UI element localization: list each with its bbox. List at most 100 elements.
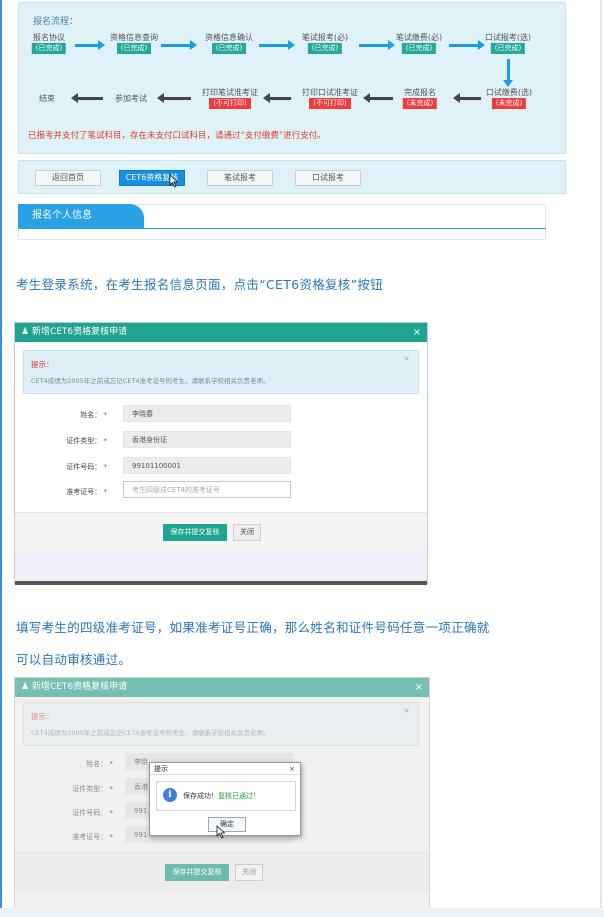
step-label: 资格信息确认 [205, 33, 253, 42]
step-label: 资格信息查询 [110, 33, 158, 42]
popup-close-icon[interactable]: × [289, 763, 295, 775]
mouse-cursor-icon [169, 174, 179, 188]
popup-body: i 保存成功！复核已通过！ [156, 781, 296, 811]
success-popup: 提示 × i 保存成功！复核已通过！ 确定 [149, 762, 301, 839]
label-text: 证件类型： [72, 785, 108, 793]
dialog-title: 新增CET6资格复核申请 [31, 682, 128, 692]
dialog-shadow [15, 581, 427, 585]
ticket-number-input[interactable]: 考生四级成CET4的准考证号 [123, 481, 291, 498]
required-mark: * [103, 463, 108, 471]
step-label: 报名协议 [33, 33, 65, 42]
close-button[interactable]: 关闭 [235, 864, 263, 881]
arrow-right-icon [359, 40, 395, 50]
caption-step1: 考生登录系统，在考生报名信息页面，点击“CET6资格复核”按钮 [16, 277, 383, 292]
label-text: 准考证号： [66, 488, 102, 496]
cet6-review-dialog: ♟ 新增CET6资格复核申请 × 提示： CET4成绩为2005年之前或忘记CE… [14, 322, 428, 585]
status-badge: (已完成) [116, 43, 152, 54]
message-success: 复核已通过！ [218, 792, 260, 800]
step-label: 口试缴费(选) [485, 88, 533, 97]
arrow-right-icon [161, 40, 197, 50]
step-label: 口试报考(选) [484, 33, 532, 42]
back-home-button[interactable]: 返回首页 [35, 170, 101, 186]
label-text: 证件类型： [66, 437, 102, 445]
status-badge: (已完成) [211, 43, 247, 54]
status-badge: (不可打印) [309, 98, 351, 109]
save-submit-button[interactable]: 保存并提交复核 [165, 864, 229, 881]
arrow-left-icon [363, 93, 393, 103]
section-tab: 报名个人信息 [18, 204, 144, 228]
popup-message: 保存成功！复核已通过！ [183, 791, 260, 801]
step-label: 笔试报考(必) [301, 33, 349, 42]
mouse-cursor-icon [216, 825, 226, 839]
step-oral-payment: 口试缴费(选) (未完成) [486, 87, 532, 109]
close-icon[interactable]: × [413, 323, 421, 342]
step-label: 参加考试 [115, 94, 147, 103]
required-mark: * [109, 809, 114, 817]
cet6-review-dialog-result: ♟ 新增CET6资格复核申请 × 提示： CET4成绩为2005年之前或忘记CE… [14, 677, 430, 909]
required-mark: * [109, 760, 114, 768]
label-text: 证件号码： [66, 463, 102, 471]
required-mark: * [103, 411, 108, 419]
name-field: 李晓春 [123, 405, 291, 422]
close-button[interactable]: 关闭 [233, 524, 261, 541]
required-mark: * [103, 488, 108, 496]
user-icon: ♟ [21, 682, 30, 692]
ticket-label: 准考证号： * [17, 487, 107, 497]
status-badge: (已完成) [307, 43, 343, 54]
name-label: 姓名： * [17, 410, 107, 420]
status-badge: (已完成) [31, 43, 67, 54]
caption-step2-line2: 可以自动审核通过。 [16, 652, 132, 667]
action-toolbar: 返回首页 CET6资格复核 笔试报考 口试报考 [18, 160, 566, 194]
label-text: 证件号码： [72, 809, 108, 817]
written-register-button[interactable]: 笔试报考 [207, 170, 273, 186]
idno-field: 99101100001 [123, 457, 291, 474]
required-mark: * [103, 437, 108, 445]
arrow-right-icon [449, 40, 485, 50]
tip-title: 提示： [31, 712, 54, 721]
dialog-header: ♟ 新增CET6资格复核申请 × [15, 678, 429, 697]
message-prefix: 保存成功！ [183, 792, 218, 800]
step-agreement: 报名协议 (已完成) [31, 32, 67, 54]
step-label: 结束 [39, 94, 55, 103]
tip-text: CET4成绩为2005年之前或忘记CET4准考证号的考生，请联系学校相关负责老师… [31, 729, 270, 737]
tip-close-icon[interactable]: × [403, 354, 410, 363]
step-finish: 结束 [39, 93, 55, 104]
tip-close-icon[interactable]: × [403, 706, 410, 715]
step-info-confirm: 资格信息确认 (已完成) [205, 32, 253, 54]
oral-register-button[interactable]: 口试报考 [295, 170, 361, 186]
dialog-header: ♟ 新增CET6资格复核申请 × [15, 323, 427, 342]
step-label: 打印笔试准考证 [202, 88, 258, 97]
user-icon: ♟ [21, 327, 30, 337]
idno-label: 证件号码： * [17, 462, 107, 472]
idtype-label: 证件类型： * [17, 436, 107, 446]
idtype-label: 证件类型： * [23, 784, 113, 794]
status-badge: (未完成) [402, 98, 438, 109]
flow-title: 报名流程： [33, 17, 79, 27]
bottom-strip [0, 908, 604, 917]
close-icon[interactable]: × [415, 678, 423, 697]
arrow-down-icon [503, 59, 513, 87]
dialog-title: 新增CET6资格复核申请 [31, 327, 128, 337]
step-written-payment: 笔试缴费(必) (已完成) [396, 32, 442, 54]
popup-title: 提示 [154, 765, 168, 773]
left-accent-bar [0, 0, 2, 917]
dialog-backdrop [15, 552, 427, 584]
step-print-written-ticket: 打印笔试准考证 (不可打印) [202, 87, 258, 109]
arrow-left-icon [157, 93, 191, 103]
label-text: 姓名： [86, 760, 108, 768]
label-text: 姓名： [80, 411, 102, 419]
step-label: 完成报名 [404, 88, 436, 97]
tip-title: 提示： [31, 360, 54, 369]
info-icon: i [163, 788, 177, 802]
idtype-field: 香港身份证 [123, 431, 291, 448]
name-label: 姓名： * [23, 759, 113, 769]
confirm-button[interactable]: 确定 [208, 817, 246, 832]
step-label: 笔试缴费(必) [395, 33, 443, 42]
save-submit-button[interactable]: 保存并提交复核 [163, 524, 227, 541]
ticket-label: 准考证号： * [23, 832, 113, 842]
tip-text: CET4成绩为2005年之前或忘记CET4准考证号的考生，请联系学校相关负责老师… [31, 377, 270, 385]
arrow-right-icon [75, 40, 105, 50]
payment-notice: 已报考并支付了笔试科目，存在未支付口试科目，请通过“支付缴费”进行支付。 [28, 131, 326, 141]
step-label: 打印口试准考证 [302, 88, 358, 97]
step-complete-registration: 完成报名 (未完成) [402, 87, 438, 109]
